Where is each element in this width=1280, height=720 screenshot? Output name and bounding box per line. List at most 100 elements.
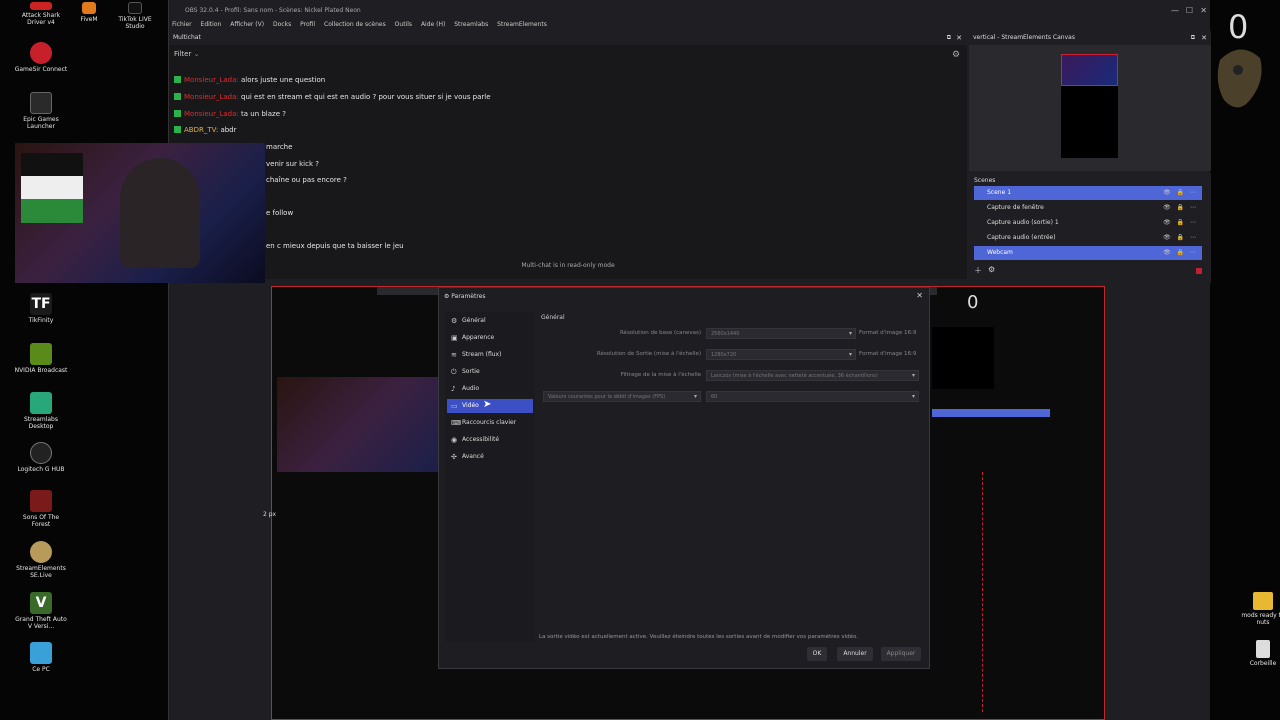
desktop-icon-label: NVIDIA Broadcast: [14, 367, 68, 374]
maximize-icon[interactable]: ☐: [1186, 4, 1193, 18]
menu-edition[interactable]: Edition: [201, 21, 222, 28]
nested-zero-counter: 0: [967, 292, 979, 313]
chevron-down-icon: ▾: [848, 351, 852, 358]
gear-icon[interactable]: ⚙: [988, 265, 995, 274]
apply-button[interactable]: Appliquer: [881, 647, 921, 661]
desktop-icon-epic-games[interactable]: Epic Games Launcher: [14, 92, 68, 130]
desktop-icon-sons-of-the-forest[interactable]: Sons Of The Forest: [14, 490, 68, 528]
dock-close-icon[interactable]: ✕: [1201, 31, 1207, 45]
eye-icon[interactable]: 👁 🔒 ⋯: [1163, 231, 1198, 245]
eye-icon[interactable]: 👁 🔒 ⋯: [1163, 246, 1198, 260]
nav-stream[interactable]: ≋ Stream (flux): [447, 348, 533, 362]
chat-text: ta un blaze ?: [241, 110, 286, 118]
desktop-icon-gta-v[interactable]: V Grand Theft Auto V Versi...: [14, 592, 68, 630]
close-icon[interactable]: ✕: [1200, 4, 1207, 18]
menu-fichier[interactable]: Fichier: [172, 21, 192, 28]
nav-general[interactable]: ⚙ Général: [447, 314, 533, 328]
settings-dialog: ⚙ Paramètres ✕ ⚙ Général ▣ Apparence ≋ Stre…: [438, 287, 930, 669]
menu-collection-scenes[interactable]: Collection de scènes: [324, 21, 386, 28]
ok-button[interactable]: OK: [807, 647, 827, 661]
settings-title-text: Paramètres: [451, 293, 486, 300]
monitor-icon: ▭: [451, 402, 458, 410]
chat-username: Monsieur_Lada:: [184, 76, 239, 84]
fps-type-select[interactable]: Valeurs courantes pour la débit d'images…: [543, 391, 701, 402]
scale-filter-select[interactable]: Lanczos (mise à l'échelle avec netteté a…: [706, 370, 919, 381]
gear-icon[interactable]: ⚙: [952, 50, 960, 60]
menu-profil[interactable]: Profil: [300, 21, 315, 28]
menu-afficher[interactable]: Afficher (V): [230, 21, 264, 28]
desktop-icon-streamelements[interactable]: StreamElements SE.Live: [14, 541, 68, 579]
desktop-icon-label: Streamlabs Desktop: [24, 416, 58, 430]
desktop-icon-label: Sons Of The Forest: [22, 514, 60, 528]
fps-value-select[interactable]: 60 ▾: [706, 391, 919, 402]
desktop-icon-label: Attack Shark Driver v4: [21, 12, 61, 26]
desktop-icon-ce-pc[interactable]: Ce PC: [14, 642, 68, 673]
source-item[interactable]: Webcam 👁 🔒 ⋯: [974, 246, 1202, 260]
nav-output[interactable]: ⏻ Sortie: [447, 365, 533, 379]
chat-filter-dropdown[interactable]: Filter ⌄: [174, 50, 199, 58]
desktop-icon-label: TikFinity: [28, 317, 54, 324]
menu-docks[interactable]: Docks: [273, 21, 291, 28]
desktop-icon-label: TikTok LIVE Studio: [118, 16, 152, 30]
section-title: Général: [541, 314, 565, 321]
menu-aide[interactable]: Aide (H): [421, 21, 445, 28]
nav-hotkeys[interactable]: ⌨ Raccourcis clavier: [447, 416, 533, 430]
dock-float-icon[interactable]: ⧉: [947, 31, 951, 45]
chat-text: qui est en stream et qui est en audio ? …: [241, 93, 491, 101]
obs-menubar: Fichier Edition Afficher (V) Docks Profi…: [169, 18, 1211, 31]
desktop-icon-gamesir[interactable]: GameSir Connect: [14, 42, 68, 73]
vertical-webcam-preview: [1061, 54, 1118, 86]
nav-label: Raccourcis clavier: [462, 419, 517, 426]
desktop-icon-nvidia-broadcast[interactable]: NVIDIA Broadcast: [14, 343, 68, 374]
output-resolution-select[interactable]: 1280x720 ▾: [706, 349, 856, 360]
desktop-icon-recycle-bin[interactable]: Corbeille: [1238, 640, 1280, 667]
menu-outils[interactable]: Outils: [395, 21, 412, 28]
desktop-icon-tiktok-live[interactable]: TikTok LIVE Studio: [108, 2, 162, 30]
sons-of-the-forest-icon: [30, 490, 52, 512]
platform-badge-icon: [174, 93, 181, 100]
source-label: Capture de fenêtre: [987, 204, 1044, 211]
settings-content: Général Résolution de base (canevas) 256…: [539, 312, 924, 642]
base-resolution-select[interactable]: 2560x1440 ▾: [706, 328, 856, 339]
menu-streamelements[interactable]: StreamElements: [497, 21, 547, 28]
nav-label: Apparence: [462, 334, 495, 341]
menu-streamlabs[interactable]: Streamlabs: [454, 21, 488, 28]
cancel-button[interactable]: Annuler: [837, 647, 873, 661]
eye-icon[interactable]: 👁 🔒 ⋯: [1163, 216, 1198, 230]
nav-accessibility[interactable]: ◉ Accessibilité: [447, 433, 533, 447]
nav-audio[interactable]: ♪ Audio: [447, 382, 533, 396]
scenes-dock: Scenes Scene 1 👁 🔒 ⋯ Capture de fenêtre 👁 …: [969, 173, 1211, 283]
chat-username: Monsieur_Lada:: [184, 93, 239, 101]
source-item[interactable]: Capture audio (sortie) 1 👁 🔒 ⋯: [974, 216, 1202, 230]
dock-float-icon[interactable]: ⧉: [1191, 31, 1195, 45]
vertical-canvas-preview[interactable]: [1061, 54, 1118, 158]
multichat-dock: Multichat ⧉ ✕ Filter ⌄ ⚙ Monsieur_Lada: …: [169, 31, 967, 279]
settings-title: ⚙ Paramètres: [444, 293, 486, 300]
mouse-cursor-icon: ➤: [483, 399, 492, 410]
nav-label: Stream (flux): [462, 351, 502, 358]
add-icon[interactable]: ＋: [974, 265, 982, 276]
fps-type-value: Valeurs courantes pour la débit d'images…: [548, 394, 666, 400]
record-indicator-icon: [1196, 268, 1202, 274]
desktop-icon-attack-shark[interactable]: Attack Shark Driver v4: [14, 2, 68, 26]
desktop-icon-folder[interactable]: mods ready to nuts: [1238, 592, 1280, 626]
chat-message: en c mieux depuis que ta baisser le jeu: [266, 242, 404, 250]
chat-text: marche: [266, 143, 293, 151]
nav-appearance[interactable]: ▣ Apparence: [447, 331, 533, 345]
eye-icon[interactable]: 👁 🔒 ⋯: [1163, 201, 1198, 215]
chat-message: chaîne ou pas encore ?: [266, 176, 347, 184]
scene-item[interactable]: Scene 1 👁 🔒 ⋯: [974, 186, 1202, 200]
multichat-dock-header: Multichat ⧉ ✕: [169, 31, 967, 45]
desktop-icon-logitech[interactable]: Logitech G HUB: [14, 442, 68, 473]
chat-message: Monsieur_Lada: qui est en stream et qui …: [174, 93, 491, 101]
signal-icon: ≋: [451, 351, 457, 359]
dock-close-icon[interactable]: ✕: [956, 31, 962, 45]
desktop-icon-tikfinity[interactable]: TF TikFinity: [14, 293, 68, 324]
source-item[interactable]: Capture de fenêtre 👁 🔒 ⋯: [974, 201, 1202, 215]
obs-titlebar: OBS 32.0.4 - Profil: Sans nom - Scènes: …: [169, 4, 1211, 18]
close-icon[interactable]: ✕: [916, 291, 923, 300]
nav-advanced[interactable]: ✣ Avancé: [447, 450, 533, 464]
source-item[interactable]: Capture audio (entrée) 👁 🔒 ⋯: [974, 231, 1202, 245]
desktop-icon-streamlabs[interactable]: Streamlabs Desktop: [14, 392, 68, 430]
minimize-icon[interactable]: —: [1171, 4, 1179, 18]
